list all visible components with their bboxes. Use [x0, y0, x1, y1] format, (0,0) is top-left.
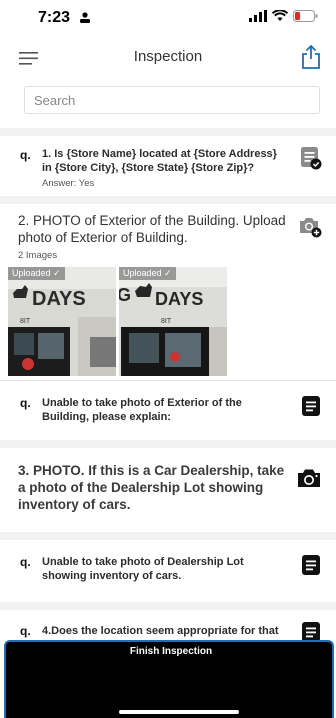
question-card-3[interactable]: q. Unable to take photo of Exterior of t…	[0, 384, 336, 436]
document-icon[interactable]	[300, 553, 322, 577]
finish-inspection-label: Finish Inspection	[129, 646, 213, 657]
section-divider	[0, 440, 336, 448]
camera-add-icon[interactable]	[298, 214, 322, 238]
svg-text:DAYS: DAYS	[155, 289, 203, 309]
question-text: 3. PHOTO. If this is a Car Dealership, t…	[18, 463, 285, 512]
question-answer: Answer: Yes	[42, 178, 95, 189]
svg-text:DAYS: DAYS	[32, 288, 86, 310]
svg-text:8IT: 8IT	[161, 318, 172, 325]
share-icon[interactable]	[300, 44, 322, 70]
uploaded-badge: Uploaded ✓	[119, 267, 176, 280]
page-title: Inspection	[133, 48, 203, 65]
question-card-1[interactable]: q. 1. Is {Store Name} located at {Store …	[0, 136, 336, 192]
question-card-4[interactable]: 3. PHOTO. If this is a Car Dealership, t…	[0, 448, 336, 528]
person-icon	[80, 12, 90, 23]
battery-icon	[293, 10, 318, 22]
status-indicators	[249, 10, 318, 22]
question-text: 1. Is {Store Name} located at {Store Add…	[42, 148, 277, 174]
question-marker: q.	[20, 396, 31, 410]
question-marker: q.	[20, 555, 31, 569]
uploaded-photo-2[interactable]: G DAYS 8IT Uploaded ✓	[119, 267, 227, 376]
svg-text:8IT: 8IT	[20, 318, 31, 325]
camera-icon[interactable]	[296, 466, 322, 490]
storefront-photo: DAYS 8IT	[8, 267, 116, 376]
status-bar: 7:23	[0, 0, 336, 34]
images-count: 2 Images	[18, 250, 58, 261]
divider	[0, 380, 336, 381]
question-text: Unable to take photo of Exterior of the …	[42, 397, 242, 423]
search-box	[24, 86, 320, 114]
section-divider	[0, 196, 336, 204]
section-divider	[0, 532, 336, 540]
section-divider	[0, 602, 336, 610]
question-text: Unable to take photo of Dealership Lot s…	[42, 556, 244, 582]
nav-bar: Inspection	[0, 40, 336, 76]
search-input[interactable]	[25, 87, 319, 113]
status-time: 7:23	[38, 9, 71, 26]
uploaded-badge: Uploaded ✓	[8, 267, 65, 280]
section-divider	[0, 128, 336, 136]
signal-icon	[249, 10, 267, 22]
finish-inspection-button[interactable]: Finish Inspection	[66, 642, 276, 666]
finish-bar: Finish Inspection	[4, 640, 334, 718]
question-card-5[interactable]: q. Unable to take photo of Dealership Lo…	[0, 540, 336, 598]
question-text: 2. PHOTO of Exterior of the Building. Up…	[18, 213, 286, 245]
wifi-icon	[272, 10, 288, 21]
svg-text:G: G	[119, 285, 131, 305]
document-icon[interactable]	[300, 394, 322, 418]
document-check-icon[interactable]	[300, 146, 322, 170]
question-marker: q.	[20, 148, 31, 162]
storefront-photo: G DAYS 8IT	[119, 267, 227, 376]
question-marker: q.	[20, 624, 31, 638]
uploaded-photo-1[interactable]: DAYS 8IT Uploaded ✓	[8, 267, 116, 376]
home-indicator	[119, 710, 239, 714]
